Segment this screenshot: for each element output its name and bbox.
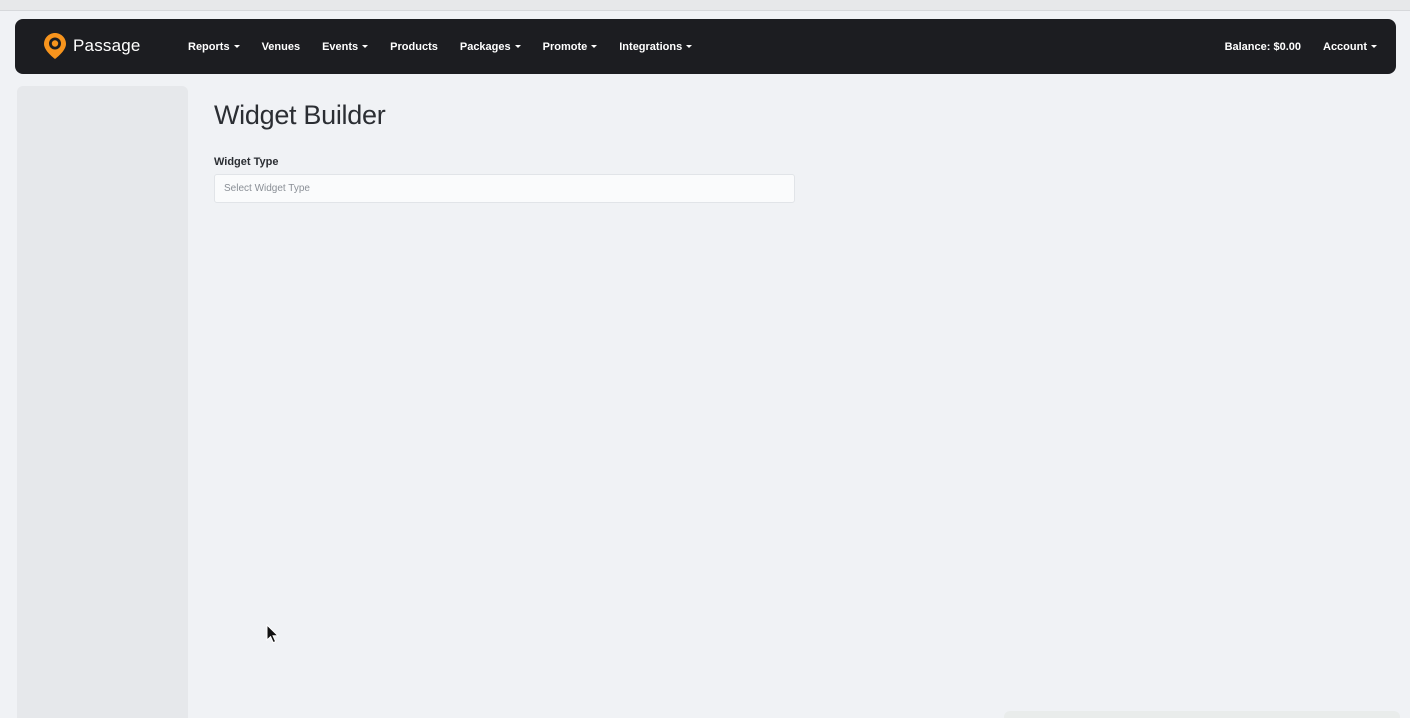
passage-logo-icon (44, 33, 66, 59)
nav-reports[interactable]: Reports (188, 41, 240, 53)
account-menu-label: Account (1323, 40, 1367, 53)
caret-down-icon (591, 45, 598, 48)
caret-down-icon (362, 45, 369, 48)
page-title: Widget Builder (214, 100, 386, 130)
browser-top-strip (0, 0, 1410, 11)
nav-promote[interactable]: Promote (543, 41, 598, 53)
caret-down-icon (686, 45, 693, 48)
widget-type-label: Widget Type (214, 156, 279, 168)
bottom-right-panel (1004, 711, 1400, 718)
nav-events[interactable]: Events (322, 40, 369, 53)
brand-logo[interactable]: Passage (43, 32, 141, 60)
widget-type-select[interactable]: Select Widget Type (214, 174, 795, 203)
caret-down-icon (233, 45, 240, 48)
account-area: Balance: $0.00 Account (1225, 19, 1377, 74)
nav-integrations[interactable]: Integrations (619, 40, 693, 53)
top-navbar: Passage Reports Venues Events Products P… (15, 19, 1396, 74)
nav-events-label: Events (322, 40, 359, 53)
nav-venues-label: Venues (261, 40, 301, 53)
nav-packages-label: Packages (459, 40, 511, 53)
main-content: Widget Builder Widget Type Select Widget… (214, 96, 795, 203)
account-menu[interactable]: Account (1323, 41, 1377, 53)
brand-name: Passage (73, 36, 141, 55)
nav-packages[interactable]: Packages (460, 41, 521, 53)
nav-reports-label: Reports (188, 40, 230, 53)
caret-down-icon (1371, 45, 1377, 48)
nav-integrations-label: Integrations (619, 40, 683, 53)
nav-products-label: Products (390, 40, 438, 53)
sidebar-panel (17, 86, 188, 718)
nav-venues[interactable]: Venues (262, 41, 301, 53)
main-menu: Reports Venues Events Products Packages … (188, 19, 714, 74)
mouse-pointer-icon (266, 624, 280, 644)
caret-down-icon (514, 45, 521, 48)
nav-products[interactable]: Products (390, 41, 438, 53)
widget-type-placeholder: Select Widget Type (224, 183, 310, 194)
nav-promote-label: Promote (542, 40, 588, 53)
balance-display: Balance: $0.00 (1224, 40, 1301, 53)
